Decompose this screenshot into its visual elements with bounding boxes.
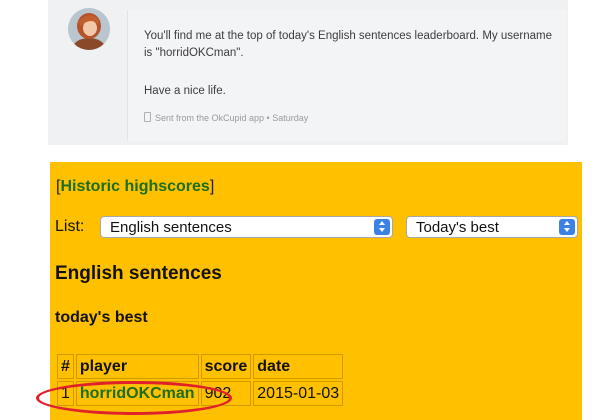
- period-heading: today's best: [55, 309, 148, 326]
- message-paragraph: Have a nice life.: [144, 85, 226, 97]
- message-meta: Sent from the OkCupid app • Saturday: [144, 112, 308, 123]
- list-select[interactable]: English sentences: [100, 216, 393, 238]
- cell-date: 2015-01-03: [253, 381, 344, 406]
- select-arrows-icon: [374, 219, 390, 235]
- highlight-circle: [36, 381, 232, 415]
- list-label: List:: [55, 218, 85, 235]
- bracket-close: ]: [209, 178, 215, 195]
- column-header-score: score: [200, 354, 252, 379]
- period-select-value: Today's best: [416, 219, 499, 236]
- category-heading: English sentences: [55, 263, 222, 284]
- highscores-title: [Historic highscores]: [56, 178, 214, 196]
- column-header-player: player: [75, 354, 199, 379]
- list-select-value: English sentences: [110, 219, 232, 236]
- avatar[interactable]: [68, 8, 110, 50]
- phone-icon: [144, 112, 151, 122]
- column-header-rank: #: [57, 354, 74, 379]
- message-meta-text: Sent from the OkCupid app • Saturday: [155, 113, 309, 123]
- message-paragraph: You'll find me at the top of today's Eng…: [144, 30, 552, 59]
- message-bubble: You'll find me at the top of today's Eng…: [127, 10, 566, 141]
- table-header-row: # player score date: [57, 354, 344, 379]
- select-arrows-icon: [559, 219, 575, 235]
- historic-highscores-link[interactable]: Historic highscores: [60, 178, 209, 195]
- period-select[interactable]: Today's best: [406, 216, 578, 238]
- column-header-date: date: [253, 354, 344, 379]
